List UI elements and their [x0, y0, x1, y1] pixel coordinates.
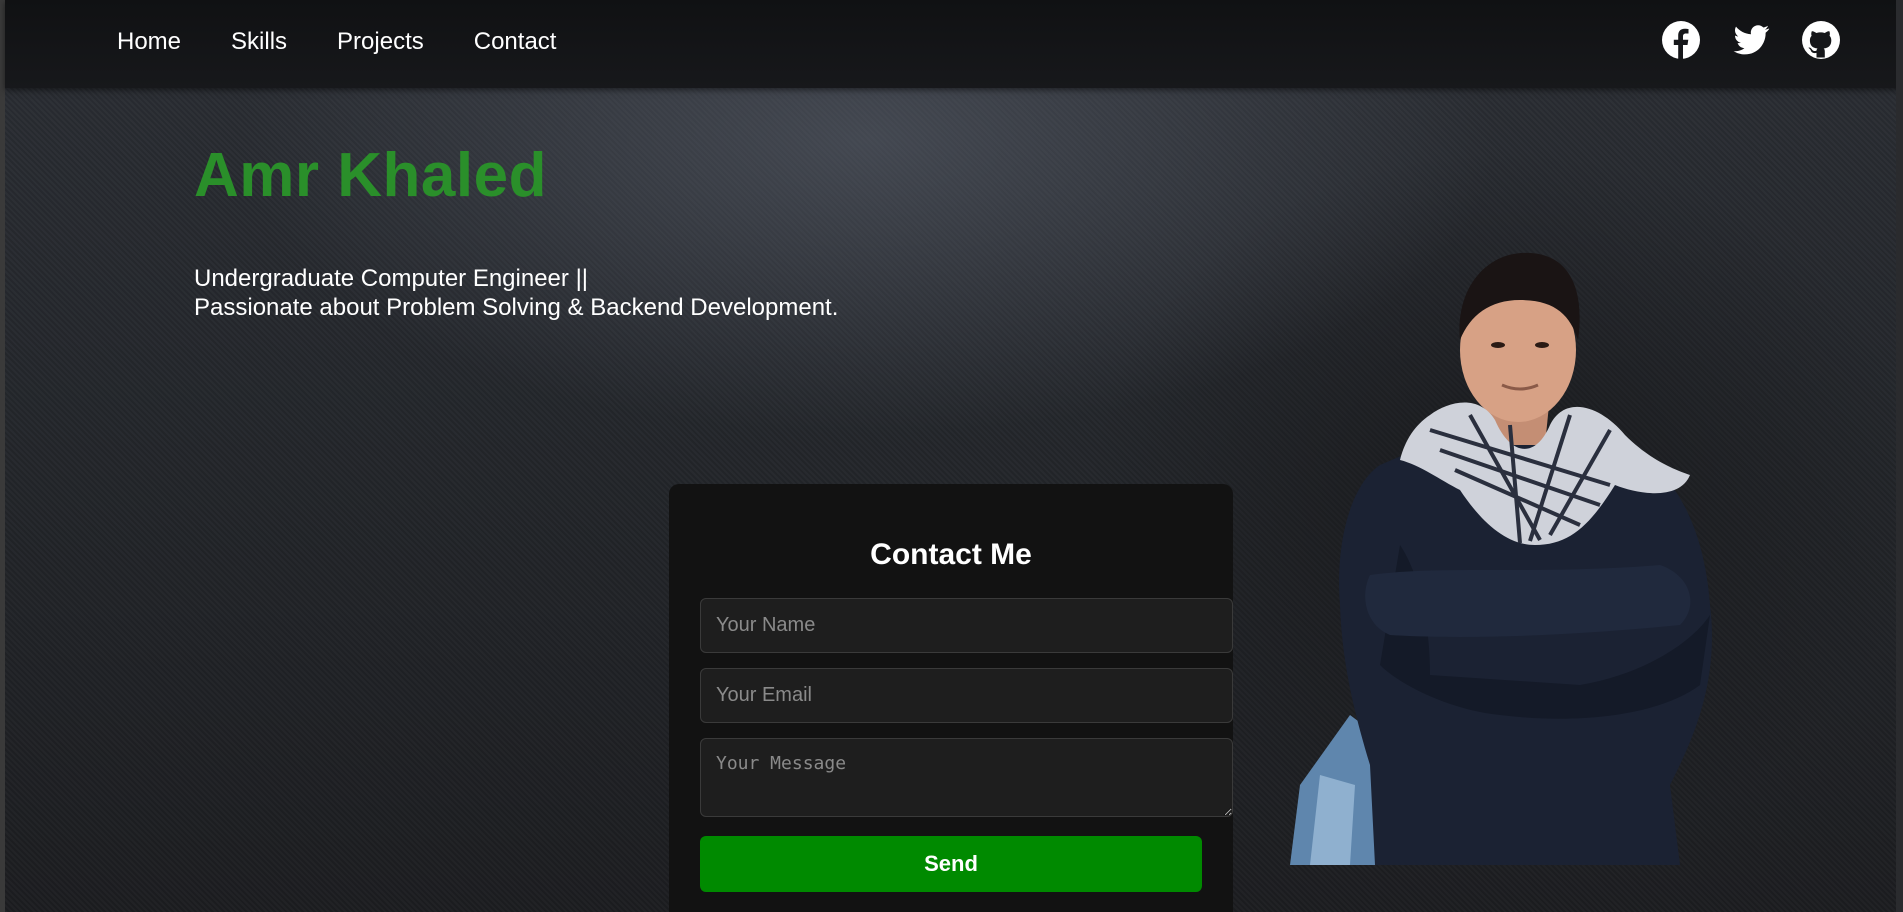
email-input[interactable] [700, 668, 1233, 723]
contact-form: Contact Me Send [669, 484, 1233, 912]
hero-subtitle: Undergraduate Computer Engineer || Passi… [194, 264, 838, 322]
message-textarea[interactable] [700, 738, 1233, 817]
social-links [1661, 20, 1841, 60]
github-icon[interactable] [1801, 20, 1841, 60]
hero-subtitle-line1: Undergraduate Computer Engineer || [194, 265, 589, 292]
nav-home-link[interactable]: Home [117, 26, 181, 58]
name-input[interactable] [700, 598, 1233, 653]
facebook-icon[interactable] [1661, 20, 1701, 60]
hero-subtitle-line2: Passionate about Problem Solving & Backe… [194, 294, 839, 321]
send-button[interactable]: Send [700, 836, 1202, 892]
nav-contact-link[interactable]: Contact [474, 26, 557, 58]
profile-photo [1280, 245, 1720, 865]
nav-projects-link[interactable]: Projects [337, 26, 424, 58]
contact-title: Contact Me [870, 538, 1032, 571]
nav-links: Home Skills Projects Contact [117, 26, 606, 58]
navbar: Home Skills Projects Contact [5, 0, 1903, 88]
nav-skills-link[interactable]: Skills [231, 26, 287, 58]
window-edge [0, 0, 5, 912]
twitter-icon[interactable] [1731, 20, 1771, 60]
hero-name: Amr Khaled [194, 141, 547, 210]
scrollbar[interactable] [1896, 0, 1903, 912]
